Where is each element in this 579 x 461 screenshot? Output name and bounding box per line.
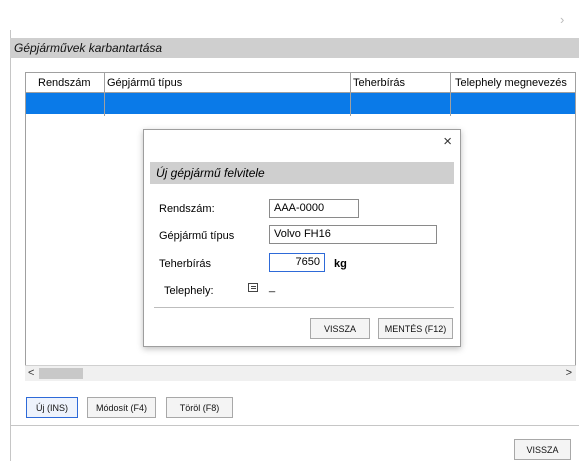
scrollbar-thumb[interactable] xyxy=(39,368,83,379)
table-row[interactable] xyxy=(26,93,575,114)
dialog-close-icon[interactable]: × xyxy=(443,133,452,150)
column-divider xyxy=(450,73,451,116)
plate-field[interactable]: AAA-0000 xyxy=(269,199,359,218)
site-label: Telephely: xyxy=(164,285,214,297)
plate-label: Rendszám: xyxy=(159,203,215,215)
type-label: Gépjármű típus xyxy=(159,230,235,242)
table-header: Rendszám Gépjármű típus Teherbírás Telep… xyxy=(26,73,575,93)
new-vehicle-dialog: × Új gépjármű felvitele Rendszám: AAA-00… xyxy=(143,129,461,347)
column-header-site[interactable]: Telephely megnevezés xyxy=(455,73,567,93)
edit-button[interactable]: Módosít (F4) xyxy=(87,397,156,418)
capacity-label: Teherbírás xyxy=(159,258,211,270)
page-title: Gépjárművek karbantartása xyxy=(10,38,579,58)
column-header-plate[interactable]: Rendszám xyxy=(38,73,91,93)
column-divider xyxy=(104,73,105,116)
column-divider xyxy=(350,73,351,116)
type-field[interactable]: Volvo FH16 xyxy=(269,225,437,244)
close-icon[interactable]: › xyxy=(560,12,564,27)
dialog-divider xyxy=(154,307,454,308)
lookup-list-icon[interactable] xyxy=(248,283,258,292)
scroll-right-icon[interactable]: > xyxy=(566,367,572,379)
capacity-unit: kg xyxy=(334,258,347,270)
column-header-capacity[interactable]: Teherbírás xyxy=(353,73,405,93)
horizontal-scrollbar[interactable]: < > xyxy=(25,365,576,381)
dialog-title: Új gépjármű felvitele xyxy=(150,162,454,184)
site-value[interactable]: _ xyxy=(269,281,275,293)
new-button[interactable]: Új (INS) xyxy=(26,397,78,418)
delete-button[interactable]: Töröl (F8) xyxy=(166,397,233,418)
footer-divider xyxy=(10,425,579,426)
back-button[interactable]: VISSZA xyxy=(514,439,571,460)
dialog-back-button[interactable]: VISSZA xyxy=(310,318,370,339)
column-header-type[interactable]: Gépjármű típus xyxy=(107,73,182,93)
capacity-field[interactable]: 7650 xyxy=(269,253,325,272)
scroll-left-icon[interactable]: < xyxy=(28,367,34,379)
save-button[interactable]: MENTÉS (F12) xyxy=(378,318,453,339)
left-divider xyxy=(10,30,11,461)
